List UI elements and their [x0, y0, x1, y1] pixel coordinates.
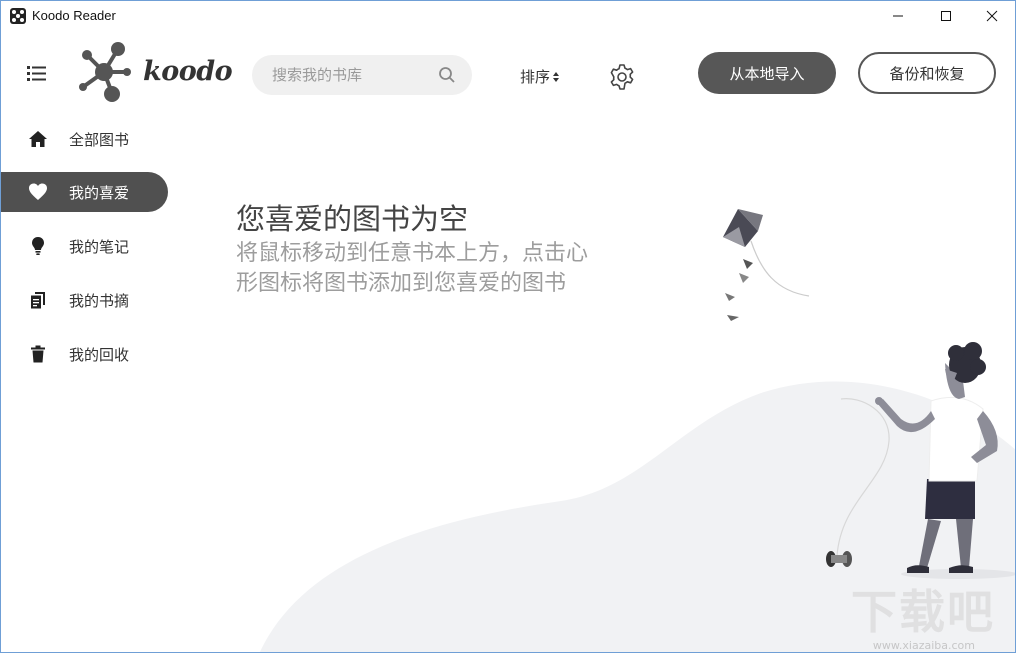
sort-label: 排序 [520, 68, 551, 86]
sort-button[interactable]: 排序 [520, 66, 560, 87]
close-icon [986, 10, 998, 22]
search-input[interactable] [272, 55, 432, 95]
kite-icon [723, 209, 810, 321]
sidebar-item-label: 我的回收 [69, 346, 130, 364]
minimize-button[interactable] [875, 1, 921, 31]
spool-icon [826, 551, 852, 567]
backup-restore-button[interactable]: 备份和恢复 [858, 52, 996, 94]
maximize-button[interactable] [923, 1, 969, 31]
app-logo-icon [10, 8, 26, 24]
sidebar-item-trash[interactable]: 我的回收 [1, 334, 168, 374]
empty-desc-line: 形图标将图书添加到您喜爱的图书 [236, 271, 567, 296]
empty-state-title: 您喜爱的图书为空 [236, 202, 469, 236]
window-title: Koodo Reader [32, 8, 116, 23]
logo-text: koodo [143, 56, 233, 87]
import-local-button[interactable]: 从本地导入 [698, 52, 836, 94]
empty-state-description: 将鼠标移动到任意书本上方，点击心 形图标将图书添加到您喜爱的图书 [236, 239, 636, 299]
list-menu-icon [27, 66, 46, 81]
search-box[interactable] [252, 55, 472, 95]
lightbulb-icon [32, 237, 44, 255]
maximize-icon [941, 11, 951, 21]
heart-icon [29, 183, 47, 200]
sidebar-item-all-books[interactable]: 全部图书 [1, 119, 168, 159]
close-button[interactable] [969, 1, 1015, 31]
gear-icon[interactable] [608, 63, 636, 91]
search-icon[interactable] [438, 66, 456, 84]
sidebar-item-label: 我的笔记 [69, 238, 130, 256]
sidebar-item-notes[interactable]: 我的笔记 [1, 226, 168, 266]
menu-toggle-button[interactable] [25, 63, 49, 83]
home-icon [29, 131, 47, 147]
sidebar-item-digests[interactable]: 我的书摘 [1, 280, 168, 320]
empty-state-illustration [260, 209, 1015, 652]
sidebar-item-label: 我的书摘 [69, 292, 130, 310]
app-window: Koodo Reader koodo 搜索我的书库 排序 从本地导入 备份和恢复… [0, 0, 1016, 653]
copy-icon [31, 292, 45, 309]
watermark-url: www.xiazaiba.com [872, 639, 975, 652]
title-bar: Koodo Reader [1, 1, 1015, 31]
trash-icon [31, 345, 45, 363]
watermark-logo: 下载吧 [851, 585, 995, 639]
person-figure [875, 342, 1015, 579]
sidebar-item-favorites[interactable]: 我的喜爱 [1, 172, 168, 212]
minimize-icon [893, 15, 903, 17]
koodo-logo-icon [79, 42, 131, 102]
empty-desc-line: 将鼠标移动到任意书本上方，点击心 [236, 241, 589, 266]
sidebar-item-label: 全部图书 [69, 131, 130, 149]
sidebar-item-label: 我的喜爱 [69, 184, 130, 202]
sort-arrows-icon [553, 71, 560, 82]
